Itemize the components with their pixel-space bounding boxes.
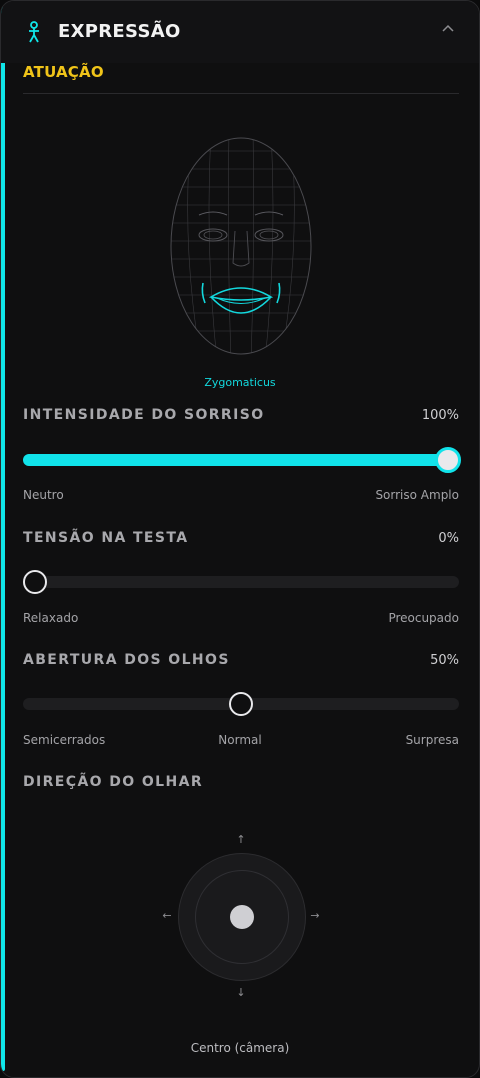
smile-intensity-fill bbox=[23, 454, 459, 466]
face-wireframe bbox=[161, 131, 321, 371]
gaze-direction-label: DIREÇÃO DO OLHAR bbox=[23, 774, 204, 790]
forehead-max-label: Preocupado bbox=[388, 611, 459, 625]
panel-header[interactable]: EXPRESSÃO bbox=[1, 1, 479, 63]
gaze-left-arrow-icon[interactable]: ← bbox=[161, 909, 173, 922]
chevron-up-icon[interactable] bbox=[439, 19, 457, 37]
person-icon bbox=[29, 21, 39, 43]
gaze-position-label: Centro (câmera) bbox=[190, 1041, 290, 1055]
section-divider bbox=[23, 93, 459, 94]
panel-title: EXPRESSÃO bbox=[58, 21, 181, 42]
gaze-joystick-knob[interactable] bbox=[230, 905, 254, 929]
forehead-tension-slider[interactable] bbox=[23, 570, 459, 594]
expression-panel: EXPRESSÃO ATUAÇÃO Zygomaticus INTENSIDAD… bbox=[0, 0, 480, 1078]
smile-max-label: Sorriso Amplo bbox=[375, 488, 459, 502]
forehead-tension-thumb[interactable] bbox=[23, 570, 47, 594]
forehead-tension-value: 0% bbox=[438, 531, 459, 546]
eye-max-label: Surpresa bbox=[405, 733, 459, 747]
gaze-down-arrow-icon[interactable]: ↓ bbox=[235, 986, 247, 999]
smile-intensity-value: 100% bbox=[421, 408, 459, 423]
eye-opening-value: 50% bbox=[430, 653, 459, 668]
smile-intensity-label: INTENSIDADE DO SORRISO bbox=[23, 407, 265, 423]
muscle-label: Zygomaticus bbox=[204, 376, 276, 389]
eye-opening-label: ABERTURA DOS OLHOS bbox=[23, 652, 230, 668]
gaze-joystick[interactable] bbox=[178, 853, 306, 981]
eye-opening-slider[interactable] bbox=[23, 692, 459, 716]
eye-opening-thumb[interactable] bbox=[229, 692, 253, 716]
smile-intensity-thumb[interactable] bbox=[435, 447, 461, 473]
gaze-up-arrow-icon[interactable]: ↑ bbox=[235, 833, 247, 846]
section-label-atuacao: ATUAÇÃO bbox=[23, 63, 104, 81]
forehead-min-label: Relaxado bbox=[23, 611, 79, 625]
smile-intensity-slider[interactable] bbox=[23, 447, 461, 473]
panel-accent-bar bbox=[1, 7, 5, 1071]
smile-min-label: Neutro bbox=[23, 488, 64, 502]
forehead-tension-label: TENSÃO NA TESTA bbox=[23, 530, 189, 546]
gaze-right-arrow-icon[interactable]: → bbox=[309, 909, 321, 922]
